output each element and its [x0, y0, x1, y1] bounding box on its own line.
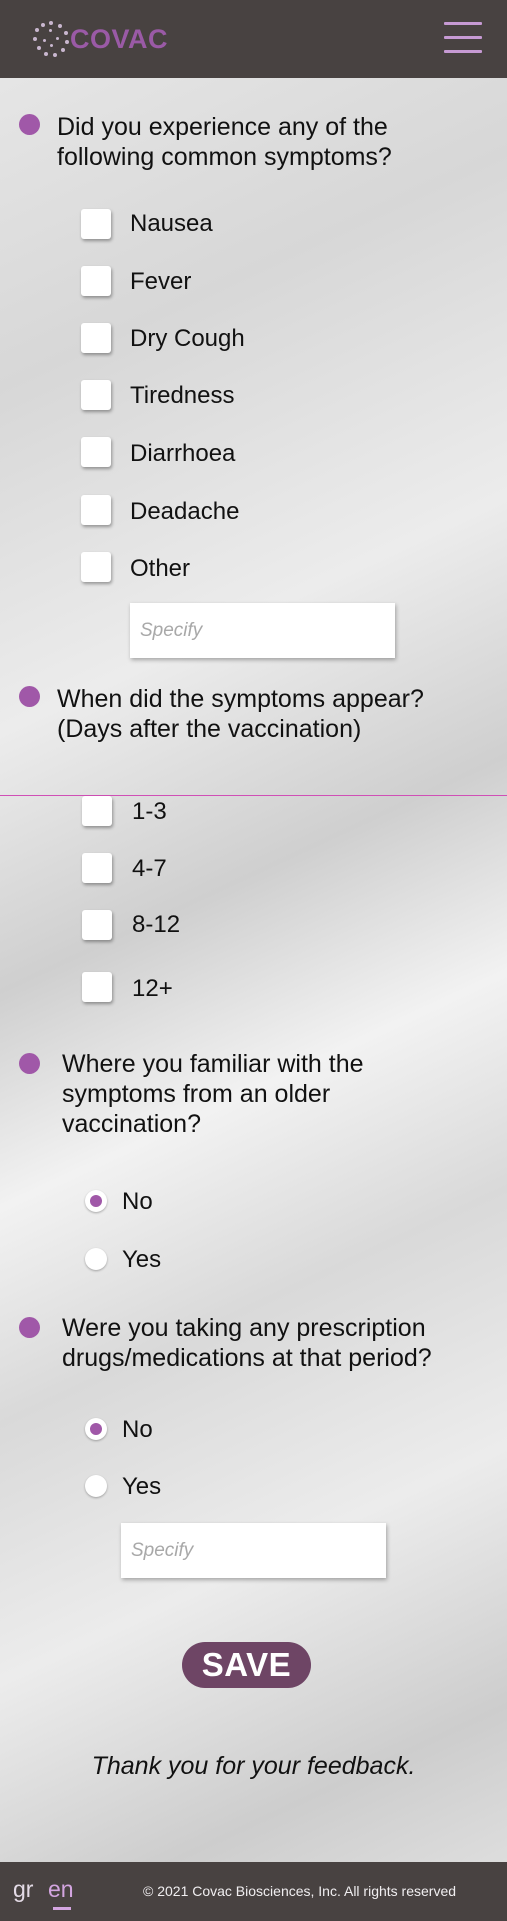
hamburger-menu-icon[interactable] [444, 22, 482, 54]
footer: gr en © 2021 Covac Biosciences, Inc. All… [0, 1862, 507, 1921]
option-label: 4-7 [132, 855, 167, 882]
question-prescription-drugs: Were you taking any prescription drugs/m… [62, 1314, 432, 1372]
copyright-text: © 2021 Covac Biosciences, Inc. All right… [143, 1883, 457, 1899]
question-bullet [19, 114, 40, 135]
question-bullet [19, 1317, 40, 1338]
option-label: 1-3 [132, 798, 167, 825]
question-familiar-symptoms: Where you familiar with the symptoms fro… [62, 1050, 364, 1138]
specify-other-input[interactable] [130, 603, 395, 658]
question-bullet [19, 686, 40, 707]
option-label: Deadache [130, 498, 240, 525]
option-label: Tiredness [130, 382, 235, 409]
option-label: 12+ [132, 975, 173, 1002]
save-button[interactable]: SAVE [182, 1642, 311, 1688]
logo-ring-icon [32, 20, 70, 58]
checkbox-other[interactable] [81, 552, 111, 582]
radio-familiar-no[interactable] [85, 1190, 107, 1212]
checkbox-days-8-12[interactable] [82, 910, 112, 940]
question-symptoms: Did you experience any of the following … [57, 113, 392, 171]
specify-medication-input[interactable] [121, 1523, 386, 1578]
option-label: 8-12 [132, 911, 181, 938]
option-label: Nausea [130, 210, 213, 237]
logo-text: COVAC [70, 23, 169, 54]
checkbox-days-4-7[interactable] [82, 853, 112, 883]
checkbox-tiredness[interactable] [81, 380, 111, 410]
header: COVAC [0, 0, 507, 78]
section-divider [0, 795, 507, 796]
checkbox-days-1-3[interactable] [82, 796, 112, 826]
radio-familiar-yes[interactable] [85, 1248, 107, 1270]
checkbox-days-12-plus[interactable] [82, 972, 112, 1002]
option-label: Yes [122, 1246, 162, 1273]
question-bullet [19, 1053, 40, 1074]
checkbox-deadache[interactable] [81, 495, 111, 525]
active-language-indicator [53, 1907, 71, 1910]
logo[interactable]: COVAC [32, 19, 168, 59]
checkbox-diarrhoea[interactable] [81, 437, 111, 467]
checkbox-nausea[interactable] [81, 209, 111, 239]
option-label: Diarrhoea [130, 440, 236, 467]
option-label: No [122, 1188, 153, 1215]
language-en[interactable]: en [48, 1876, 74, 1903]
language-gr[interactable]: gr [13, 1876, 33, 1903]
thank-you-message: Thank you for your feedback. [91, 1752, 416, 1780]
radio-medication-yes[interactable] [85, 1475, 107, 1497]
checkbox-dry-cough[interactable] [81, 323, 111, 353]
question-symptom-timing: When did the symptoms appear? (Days afte… [57, 685, 424, 743]
option-label: No [122, 1416, 153, 1443]
radio-medication-no[interactable] [85, 1418, 107, 1440]
option-label: Other [130, 555, 191, 582]
checkbox-fever[interactable] [81, 266, 111, 296]
option-label: Yes [122, 1473, 162, 1500]
option-label: Dry Cough [130, 325, 245, 352]
option-label: Fever [130, 268, 192, 295]
